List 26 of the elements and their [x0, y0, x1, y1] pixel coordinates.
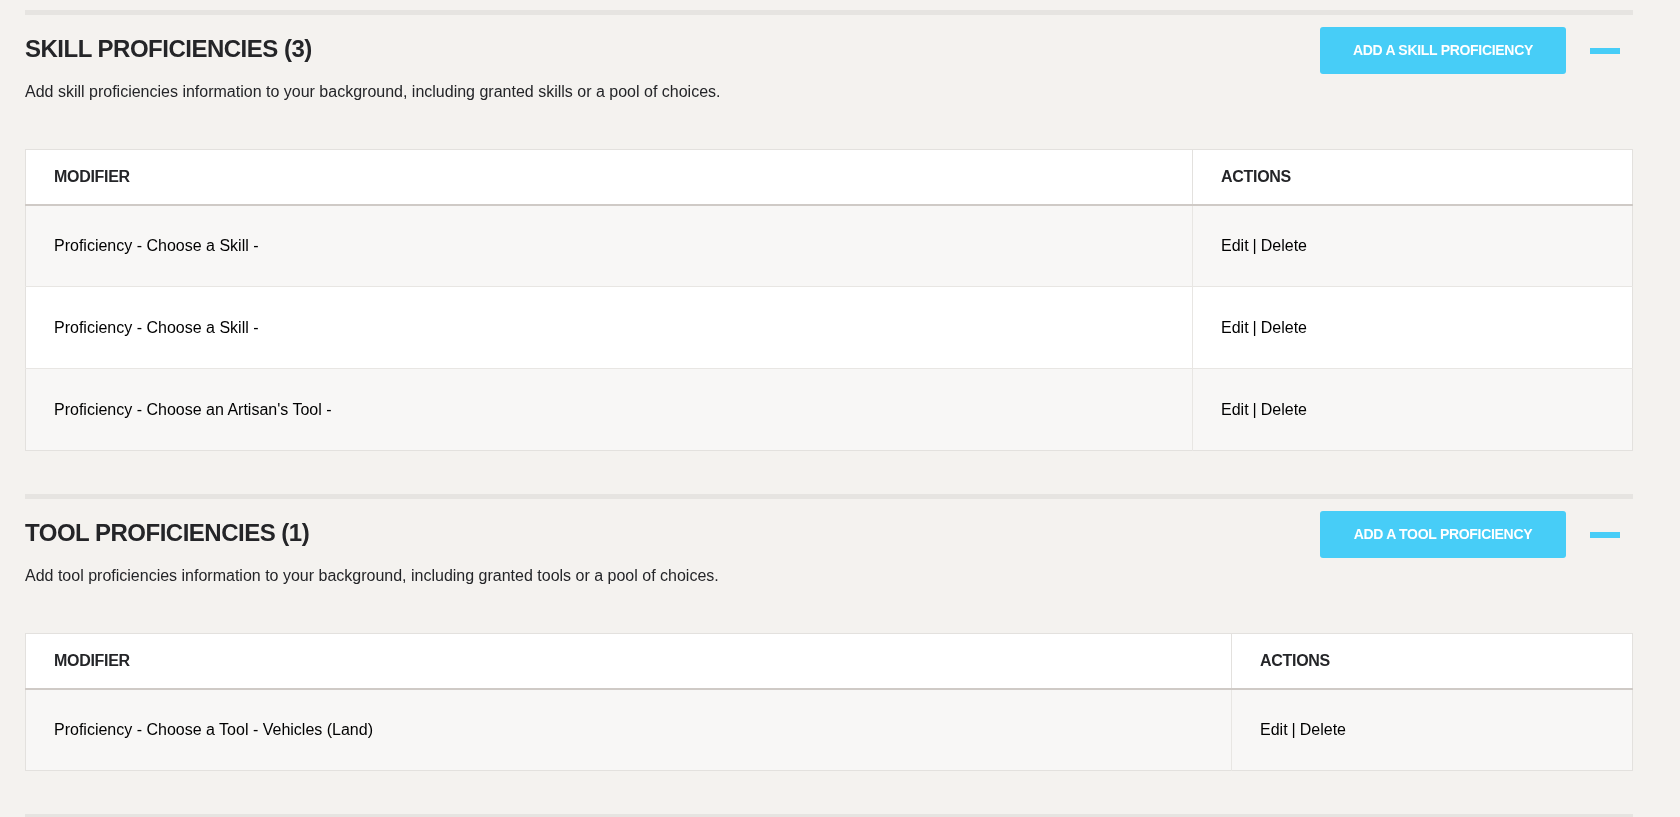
section-description: Add tool proficiencies information to your background, including granted tools or a pool of choices. — [25, 566, 719, 586]
section-description: Add skill proficiencies information to your background, including granted skills or a pool of choices. — [25, 82, 721, 102]
separator: | — [1291, 719, 1296, 740]
collapse-icon[interactable] — [1590, 531, 1620, 538]
table-cell: Proficiency - Choose an Artisan's Tool - — [25, 368, 1193, 451]
collapse-icon[interactable] — [1590, 47, 1620, 54]
separator: | — [1252, 317, 1257, 338]
edit-link[interactable]: Edit — [1221, 233, 1249, 258]
delete-link[interactable]: Delete — [1260, 397, 1307, 422]
column-header: MODIFIER — [25, 633, 1232, 689]
edit-link[interactable]: Edit — [1221, 397, 1249, 422]
delete-link[interactable]: Delete — [1260, 233, 1307, 258]
column-header: ACTIONS — [1231, 633, 1633, 689]
column-header: MODIFIER — [25, 149, 1193, 205]
section-title: TOOL PROFICIENCIES (1) — [25, 519, 311, 547]
delete-link[interactable]: Delete — [1299, 717, 1346, 742]
column-header: ACTIONS — [1192, 149, 1633, 205]
separator: | — [1252, 235, 1257, 256]
separator: | — [1252, 399, 1257, 420]
section-title: SKILL PROFICIENCIES (3) — [25, 35, 313, 63]
edit-link[interactable]: Edit — [1260, 717, 1288, 742]
table-cell: Proficiency - Choose a Tool - Vehicles (Land) — [25, 688, 1232, 771]
edit-link[interactable]: Edit — [1221, 315, 1249, 340]
delete-link[interactable]: Delete — [1260, 315, 1307, 340]
table-cell: Proficiency - Choose a Skill - — [25, 286, 1193, 369]
table-cell: Proficiency - Choose a Skill - — [25, 204, 1193, 287]
